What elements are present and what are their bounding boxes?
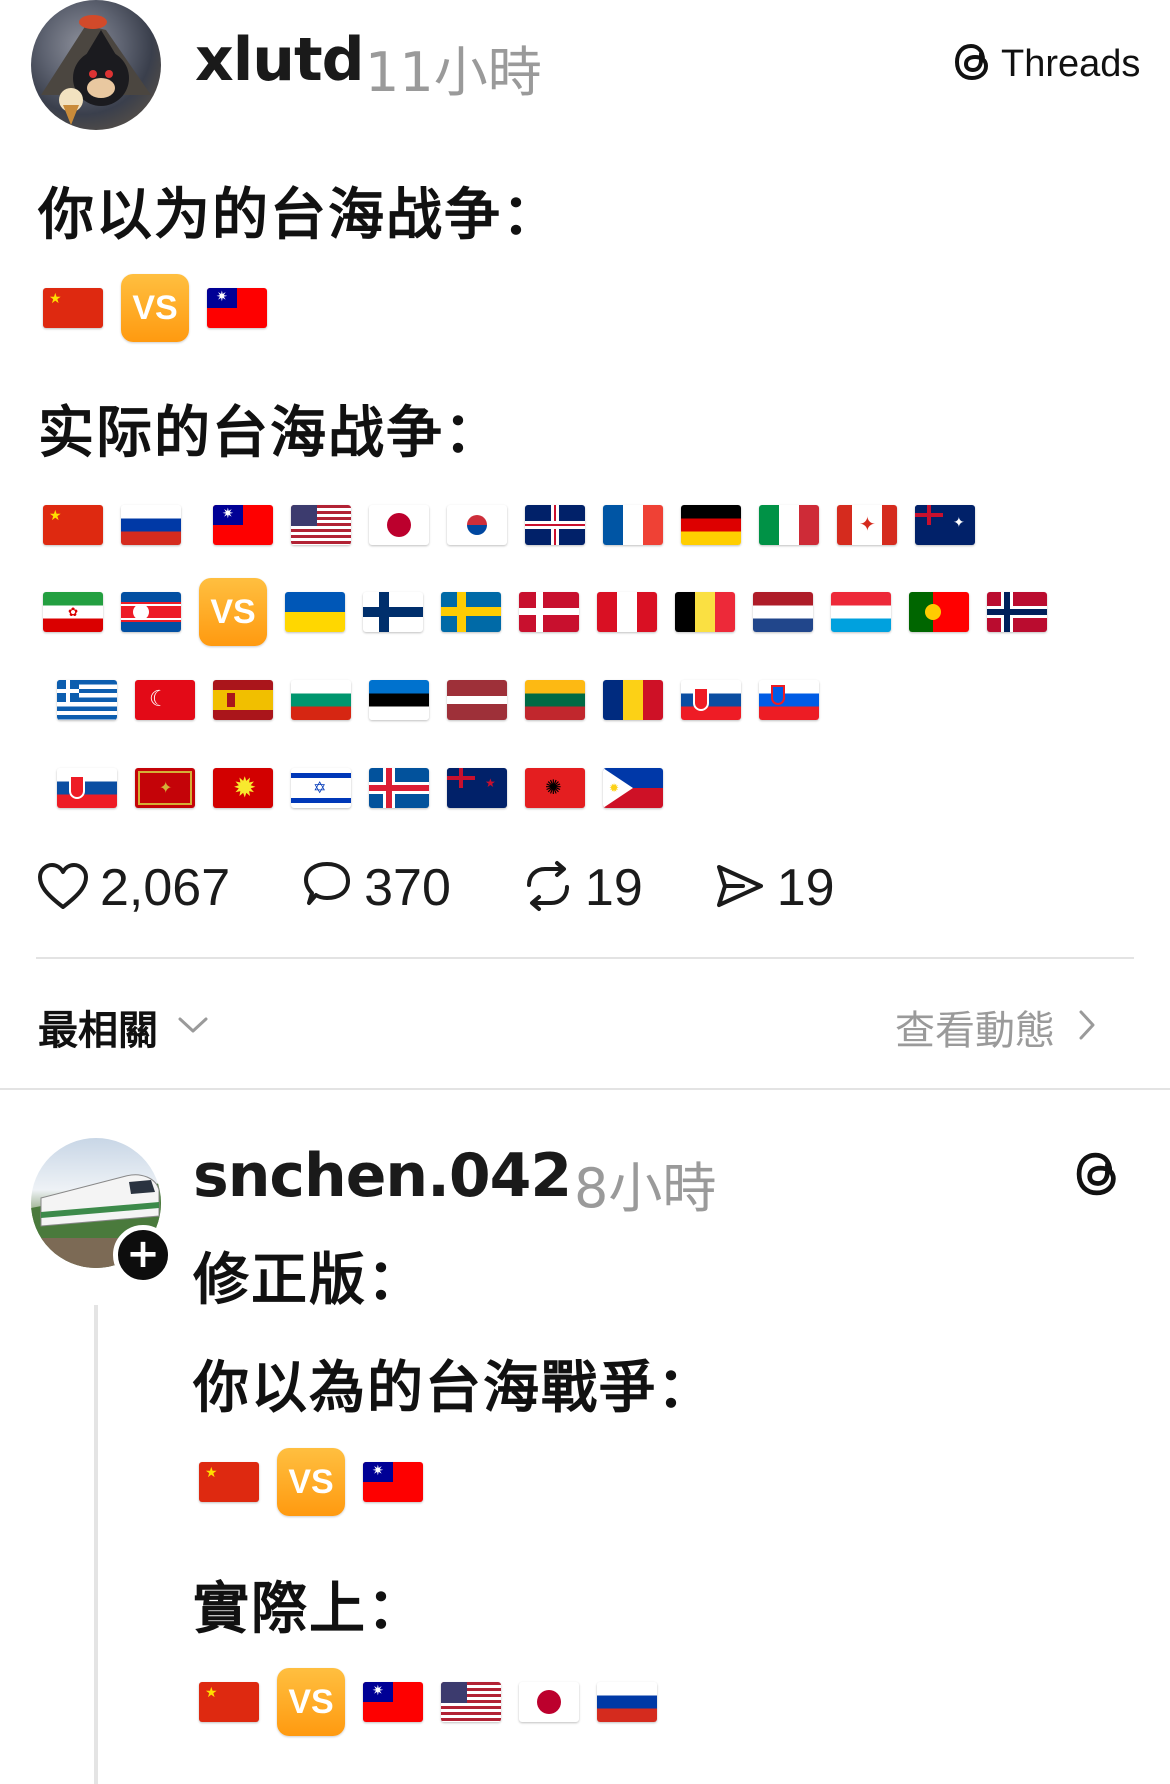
flag-sk-icon bbox=[681, 680, 741, 720]
thread-connector-line bbox=[94, 1305, 98, 1784]
flag-mk-icon: ✹ bbox=[213, 768, 273, 808]
view-activity-link[interactable]: 查看動態 bbox=[895, 998, 1097, 1056]
reply-text-line2: 你以為的台海戰爭： bbox=[193, 1356, 715, 1421]
flag-be-icon bbox=[675, 592, 735, 632]
flag-kp-icon bbox=[121, 592, 181, 632]
flag-us-icon bbox=[291, 505, 351, 545]
flag-lt-icon bbox=[525, 680, 585, 720]
repost-count: 19 bbox=[584, 859, 643, 917]
share-button[interactable]: 19 bbox=[713, 858, 835, 918]
flag-dk-icon bbox=[519, 592, 579, 632]
flag-pt-icon bbox=[909, 592, 969, 632]
flag-tw-icon: ✷ bbox=[363, 1462, 423, 1502]
chevron-right-icon bbox=[1077, 1008, 1097, 1046]
threads-label: Threads bbox=[1001, 42, 1141, 85]
flag-ee-icon bbox=[369, 680, 429, 720]
flag-ru-icon bbox=[597, 1682, 657, 1722]
flag-fr-icon bbox=[603, 505, 663, 545]
flag-al-icon: ✺ bbox=[525, 768, 585, 808]
flag-de-icon bbox=[681, 505, 741, 545]
flag-jp-icon bbox=[519, 1682, 579, 1722]
flag-row: ✦ ✹ ✡ ★ ✺ ✹ bbox=[57, 768, 681, 808]
flag-row: ★ VS ✷ bbox=[199, 1668, 675, 1736]
flag-gr-icon bbox=[57, 680, 117, 720]
flag-pe-icon bbox=[597, 592, 657, 632]
vs-emoji: VS bbox=[277, 1668, 345, 1736]
flag-ir-icon: ✿ bbox=[43, 592, 103, 632]
flag-sk-icon bbox=[57, 768, 117, 808]
flag-it-icon bbox=[759, 505, 819, 545]
flag-tr-icon: ☾ bbox=[135, 680, 195, 720]
flag-kr-icon bbox=[447, 505, 507, 545]
flag-jp-icon bbox=[369, 505, 429, 545]
follow-plus-button[interactable]: + bbox=[113, 1225, 173, 1285]
chevron-down-icon bbox=[176, 1015, 210, 1039]
flag-row: ✿ VS bbox=[43, 578, 1065, 646]
flag-bg-icon bbox=[291, 680, 351, 720]
flag-no-icon bbox=[987, 592, 1047, 632]
flag-cn-icon: ★ bbox=[199, 1682, 259, 1722]
post-text-line1: 你以为的台海战争： bbox=[38, 183, 560, 248]
flag-il-icon: ✡ bbox=[291, 768, 351, 808]
section-divider bbox=[0, 1088, 1170, 1090]
repost-button[interactable]: 19 bbox=[521, 858, 643, 918]
view-activity-label: 查看動態 bbox=[895, 1008, 1055, 1054]
sort-label: 最相關 bbox=[38, 1008, 158, 1054]
flag-cn-icon: ★ bbox=[199, 1462, 259, 1502]
threads-icon[interactable] bbox=[1074, 1148, 1122, 1204]
comment-icon bbox=[300, 859, 364, 917]
reply-text-line1: 修正版： bbox=[193, 1248, 425, 1313]
like-button[interactable]: 2,067 bbox=[36, 858, 230, 918]
reply-time: 8小時 bbox=[574, 1157, 717, 1220]
sort-dropdown[interactable]: 最相關 bbox=[38, 998, 210, 1056]
repost-icon bbox=[521, 859, 585, 917]
flag-row: ★ VS ✷ bbox=[199, 1448, 441, 1516]
flag-si-icon bbox=[759, 680, 819, 720]
send-icon bbox=[713, 859, 777, 917]
divider bbox=[36, 957, 1134, 959]
flag-ru-icon bbox=[121, 505, 181, 545]
flag-tw-icon: ✷ bbox=[363, 1682, 423, 1722]
vs-emoji: VS bbox=[277, 1448, 345, 1516]
vs-emoji: VS bbox=[121, 274, 189, 342]
flag-es-icon bbox=[213, 680, 273, 720]
heart-icon bbox=[36, 861, 100, 915]
avatar[interactable] bbox=[31, 0, 161, 130]
flag-row: ★ ✷ ✦ ✦ bbox=[43, 505, 993, 545]
flag-gb-icon bbox=[525, 505, 585, 545]
flag-tw-icon: ✷ bbox=[213, 505, 273, 545]
flag-cn-icon: ★ bbox=[43, 288, 103, 328]
flag-lu-icon bbox=[831, 592, 891, 632]
post-username[interactable]: xlutd bbox=[195, 25, 365, 95]
flag-nl-icon bbox=[753, 592, 813, 632]
flag-ua-icon bbox=[285, 592, 345, 632]
post-time: 11小時 bbox=[365, 41, 542, 104]
flag-row: ☾ bbox=[57, 680, 837, 720]
flag-nz-icon: ★ bbox=[447, 768, 507, 808]
reply-count: 370 bbox=[364, 859, 451, 917]
flag-row: ★ VS ✷ bbox=[43, 274, 285, 342]
post-actions: 2,067 370 19 19 bbox=[36, 858, 905, 918]
flag-ro-icon bbox=[603, 680, 663, 720]
reply-text-line3: 實際上： bbox=[193, 1577, 425, 1642]
share-count: 19 bbox=[776, 859, 835, 917]
flag-fi-icon bbox=[363, 592, 423, 632]
flag-lv-icon bbox=[447, 680, 507, 720]
vs-emoji: VS bbox=[199, 578, 267, 646]
post-text-line2: 实际的台海战争： bbox=[38, 401, 502, 466]
threads-app-link[interactable]: Threads bbox=[953, 40, 1140, 88]
reply-username[interactable]: snchen.042 bbox=[193, 1141, 572, 1211]
flag-me-icon: ✦ bbox=[135, 768, 195, 808]
threads-logo-icon bbox=[953, 40, 993, 88]
flag-au-icon: ✦ bbox=[915, 505, 975, 545]
flag-tw-icon: ✷ bbox=[207, 288, 267, 328]
flag-cn-icon: ★ bbox=[43, 505, 103, 545]
flag-se-icon bbox=[441, 592, 501, 632]
reply-button[interactable]: 370 bbox=[300, 858, 451, 918]
flag-ph-icon: ✹ bbox=[603, 768, 663, 808]
flag-is-icon bbox=[369, 768, 429, 808]
flag-ca-icon: ✦ bbox=[837, 505, 897, 545]
flag-us-icon bbox=[441, 1682, 501, 1722]
like-count: 2,067 bbox=[100, 859, 231, 917]
